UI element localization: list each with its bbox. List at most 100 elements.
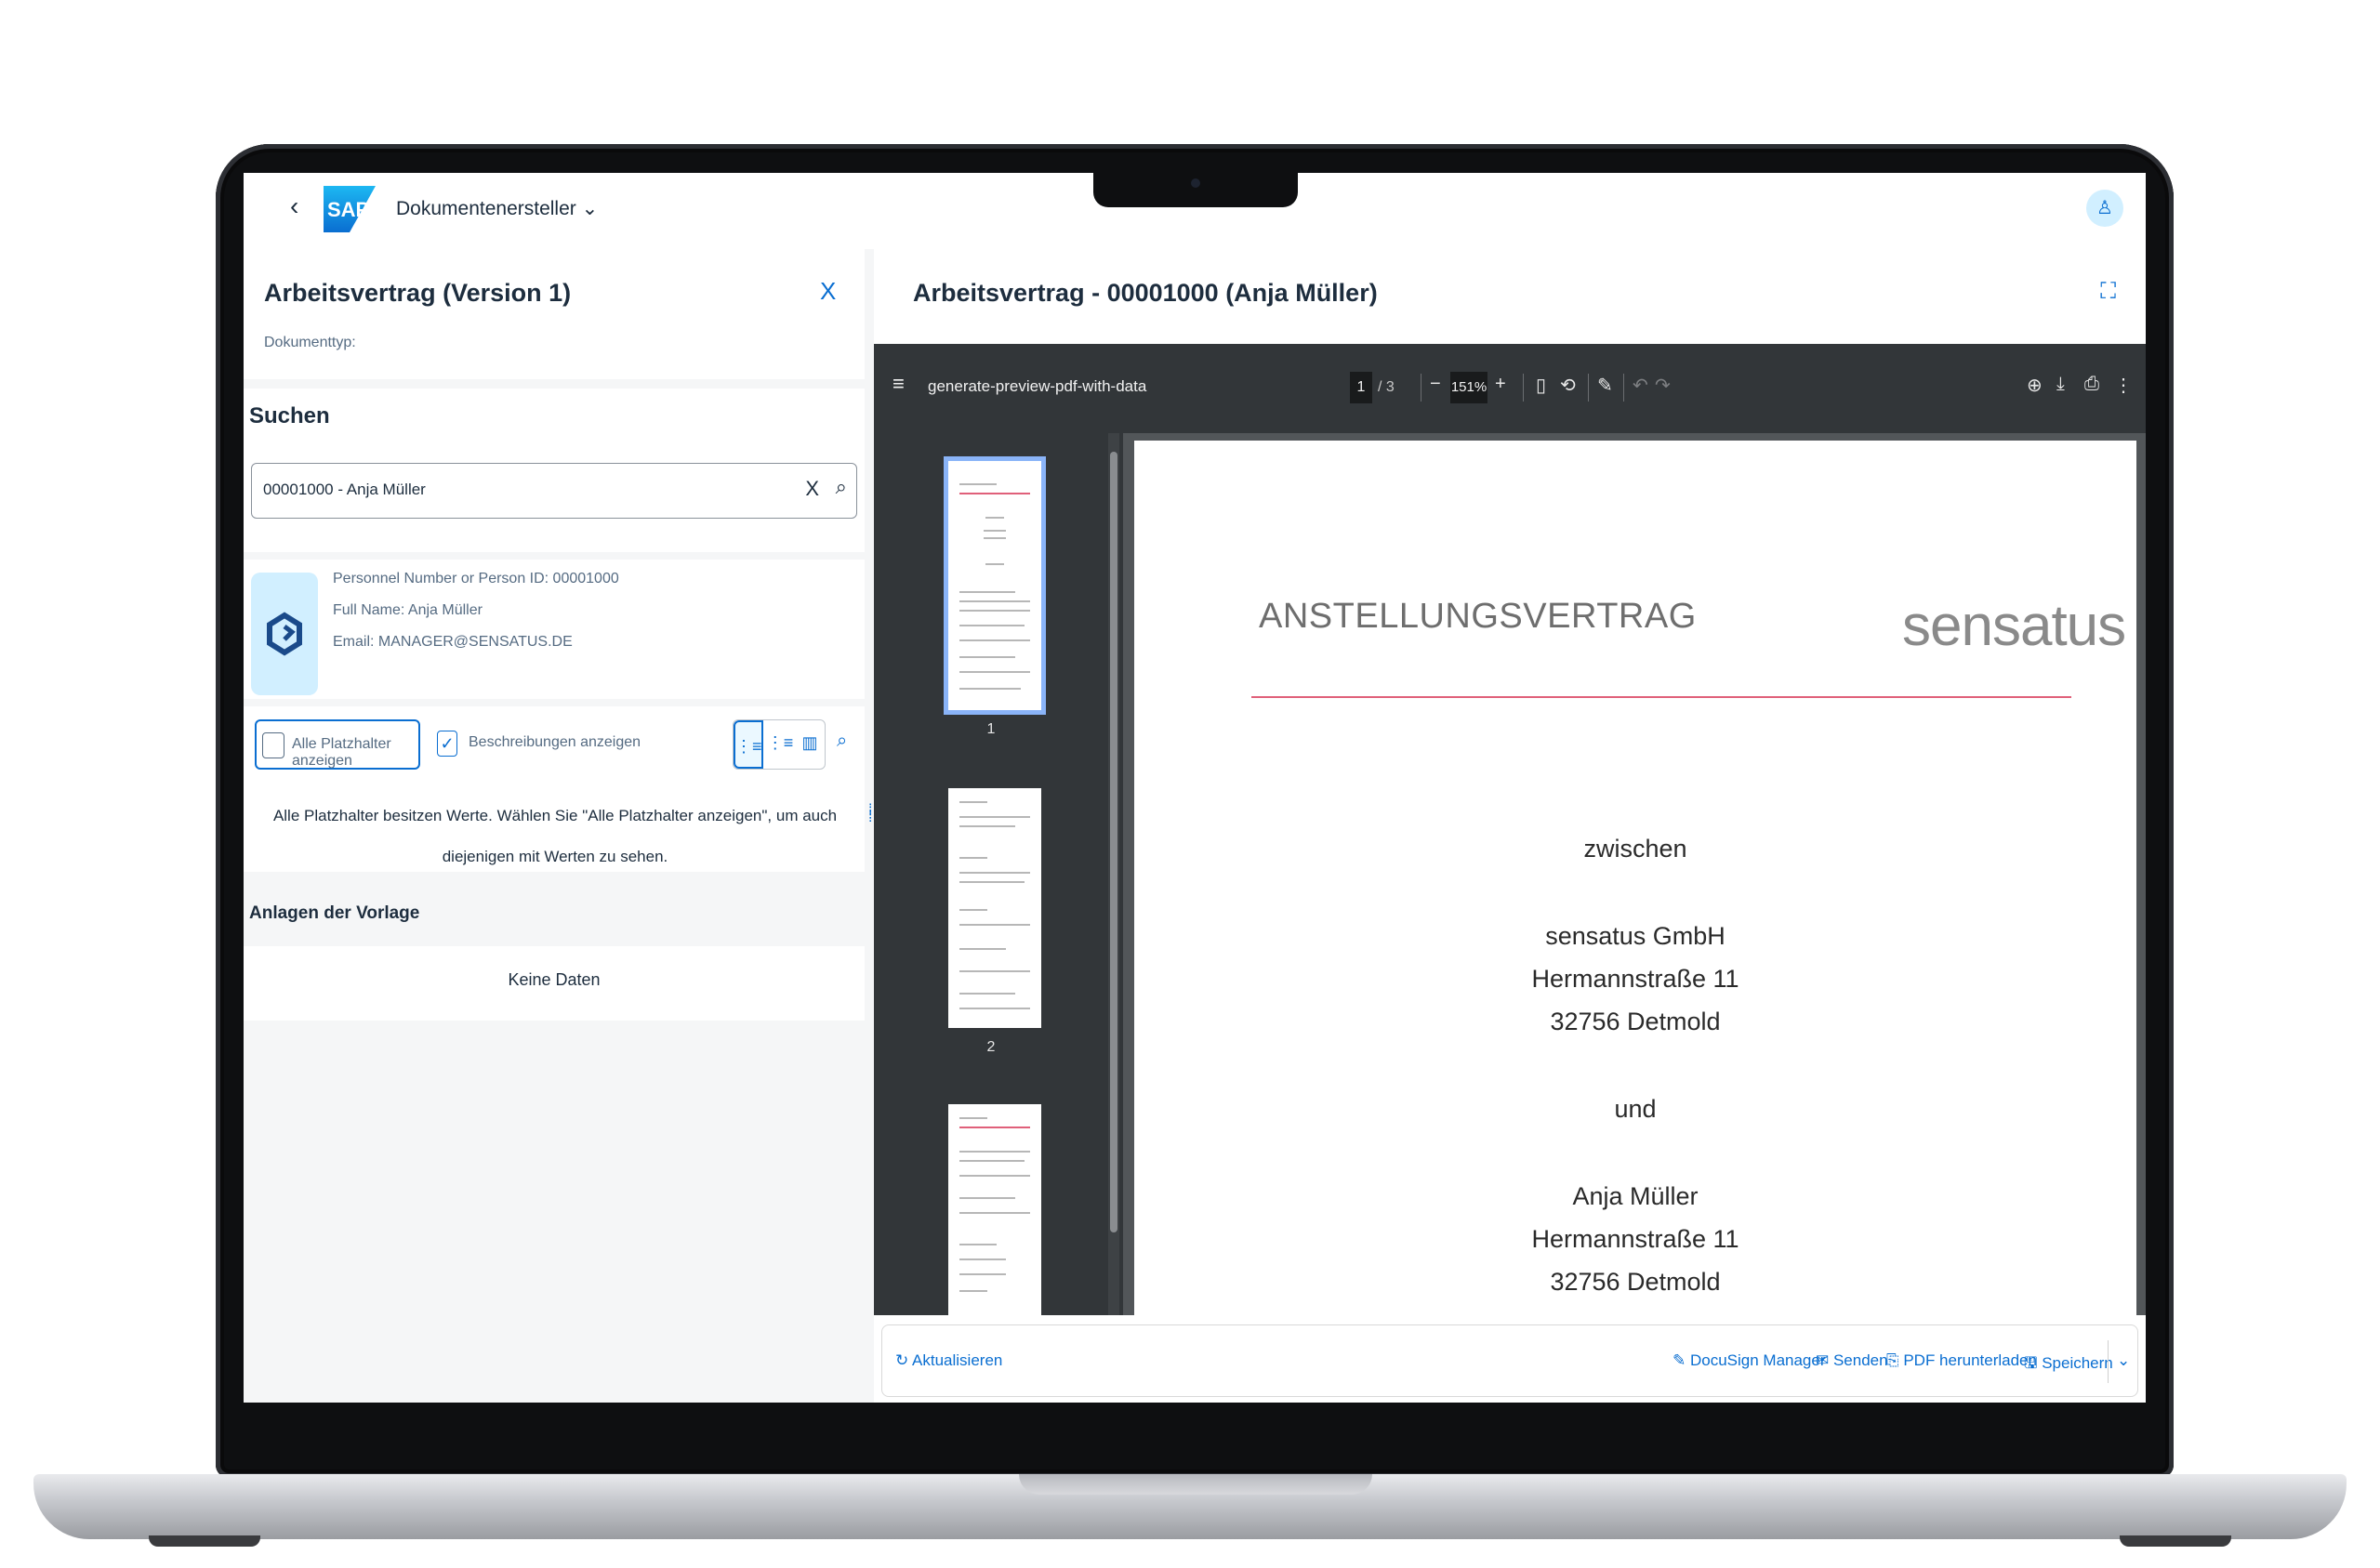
save-button[interactable]: 🖫 Speichern [2024, 1351, 2113, 1378]
thumb-line [959, 924, 1030, 926]
camera [1191, 178, 1200, 188]
thumb-line [959, 591, 1015, 593]
left-panel: Arbeitsvertrag (Version 1) Dokumenttyp: … [244, 249, 865, 1403]
doc-line: und [1614, 1095, 1657, 1123]
thumb-line [959, 872, 1030, 874]
sap-logo[interactable]: SAP [324, 186, 376, 232]
search-section-header: Suchen [244, 389, 865, 444]
thumb-line [959, 801, 987, 803]
refresh-button[interactable]: ↻ Aktualisieren [895, 1351, 1002, 1370]
thumb-line [959, 1151, 1030, 1153]
divider [1523, 374, 1524, 402]
thumbnail-scrollbar[interactable] [1108, 433, 1119, 1315]
thumb-line [985, 517, 1004, 519]
save-menu-chevron-icon[interactable]: ⌄ [2117, 1351, 2130, 1370]
person-email: Email: MANAGER@SENSATUS.DE [333, 634, 573, 650]
indented-list-icon[interactable]: ⋮≡ [734, 720, 763, 769]
preview-title: Arbeitsvertrag - 00001000 (Anja Müller) [913, 279, 1378, 307]
no-data-text: Keine Daten [508, 970, 601, 989]
back-button[interactable]: ‹ [290, 191, 298, 221]
svg-text:SAP: SAP [327, 198, 369, 221]
page-count: / 3 [1378, 379, 1395, 395]
annotate-icon[interactable]: ✎ [1597, 374, 1613, 397]
zoom-out-icon[interactable]: − [1430, 374, 1441, 395]
page-thumbnail-1[interactable] [944, 456, 1046, 715]
find-document-icon[interactable]: ⌕ [837, 731, 847, 752]
thumb-line [959, 483, 997, 485]
zoom-level-input[interactable]: 151% [1450, 372, 1488, 403]
view-mode-segmented-button: ⋮≡ ⋮≡ ▥ [733, 719, 826, 770]
divider [1623, 374, 1624, 402]
clear-icon[interactable]: X [805, 477, 819, 501]
doc-line: zwischen [1583, 835, 1687, 863]
splitter-grip-icon[interactable]: ⁞ ⁞ [868, 803, 872, 825]
close-icon[interactable]: X [820, 277, 836, 306]
columns-icon[interactable]: ▥ [795, 733, 825, 753]
zoom-in-icon[interactable]: + [1495, 374, 1506, 395]
page-number-input[interactable]: 1 [1350, 372, 1372, 403]
undo-icon[interactable]: ↶ [1633, 374, 1648, 397]
fit-page-icon[interactable]: ▯ [1536, 374, 1546, 397]
app-title-menu[interactable]: Dokumentenersteller ⌄ [396, 197, 598, 220]
page-thumbnail-2[interactable] [948, 788, 1041, 1028]
search-icon[interactable]: ⌕ [836, 475, 847, 499]
search-value: 00001000 - Anja Müller [263, 481, 426, 498]
add-text-icon[interactable]: ⊕ [2027, 374, 2043, 397]
thumb-line [959, 948, 1006, 950]
thumb-line [959, 1212, 1030, 1214]
document-type-label: Dokumenttyp: [264, 335, 356, 350]
thumb-line [959, 857, 987, 859]
thumb-line [959, 970, 1030, 972]
thumb-line [959, 1117, 987, 1119]
doc-line: Hermannstraße 11 [1531, 1225, 1739, 1253]
show-all-placeholders-label: Alle Platzhalter anzeigen [292, 736, 391, 769]
print-icon[interactable]: ⎙ [2084, 374, 2099, 395]
person-card[interactable]: Personnel Number or Person ID: 00001000 … [244, 560, 865, 699]
document-title: Arbeitsvertrag (Version 1) [264, 279, 572, 307]
thumb-line [959, 656, 1015, 658]
thumb-line [984, 530, 1006, 532]
user-avatar-icon[interactable]: ♙ [2086, 190, 2123, 227]
thumbnail-label-2: 2 [986, 1039, 996, 1055]
download-pdf-button[interactable]: ⎘ PDF herunterladen [1886, 1351, 2037, 1370]
screen: ‹ SAP Dokumentenersteller ⌄ ♙ Arbeitsver… [244, 173, 2146, 1403]
thumb-line [959, 816, 1030, 818]
show-all-placeholders-checkbox[interactable]: Alle Platzhalter anzeigen [255, 719, 420, 770]
sidebar-menu-icon[interactable]: ≡ [892, 372, 905, 396]
more-options-icon[interactable]: ⋮ [2114, 374, 2133, 397]
doc-line: 32756 Detmold [1550, 1268, 1721, 1296]
thumb-line [959, 1160, 1025, 1162]
thumb-line [959, 881, 1025, 883]
panel-splitter[interactable]: ⁞ ⁞ [866, 249, 874, 1403]
search-container: 00001000 - Anja Müller X ⌕ [244, 444, 865, 552]
page-thumbnail-3[interactable] [948, 1104, 1041, 1315]
divider [1588, 374, 1589, 402]
document-header: Arbeitsvertrag (Version 1) Dokumenttyp: … [244, 249, 865, 379]
thumb-line [959, 993, 1015, 995]
rotate-icon[interactable]: ⟲ [1560, 374, 1576, 397]
fullscreen-icon[interactable]: ⛶ [2100, 279, 2116, 305]
checkmark-icon: ✓ [437, 731, 457, 757]
thumb-line [984, 537, 1006, 539]
doc-line: Anja Müller [1572, 1182, 1699, 1210]
thumb-line [959, 600, 1030, 602]
redo-icon[interactable]: ↷ [1655, 374, 1671, 397]
checkbox-box [262, 732, 284, 758]
download-icon[interactable]: ⤓ [2056, 374, 2065, 395]
person-id: Personnel Number or Person ID: 00001000 [333, 571, 619, 586]
pdf-toolbar: ≡ generate-preview-pdf-with-data 1 / 3 −… [874, 344, 2146, 433]
send-button[interactable]: ✉ Senden [1816, 1351, 1888, 1370]
docusign-manager-button[interactable]: ✎ DocuSign Manager [1673, 1351, 1826, 1370]
thumb-line [959, 639, 1030, 641]
doc-line: sensatus GmbH [1545, 922, 1726, 950]
company-logo: sensatus [1902, 594, 2126, 658]
numbered-list-icon[interactable]: ⋮≡ [765, 733, 795, 753]
attachments-list: Keine Daten [244, 946, 865, 1021]
person-avatar [251, 573, 318, 695]
right-panel: Arbeitsvertrag - 00001000 (Anja Müller) … [874, 249, 2146, 1403]
search-heading: Suchen [249, 403, 330, 428]
attachments-header: Anlagen der Vorlage [244, 881, 865, 946]
search-input[interactable]: 00001000 - Anja Müller X ⌕ [251, 463, 857, 519]
scrollbar-thumb[interactable] [1110, 452, 1117, 1232]
sensatus-logo-icon [267, 612, 302, 656]
